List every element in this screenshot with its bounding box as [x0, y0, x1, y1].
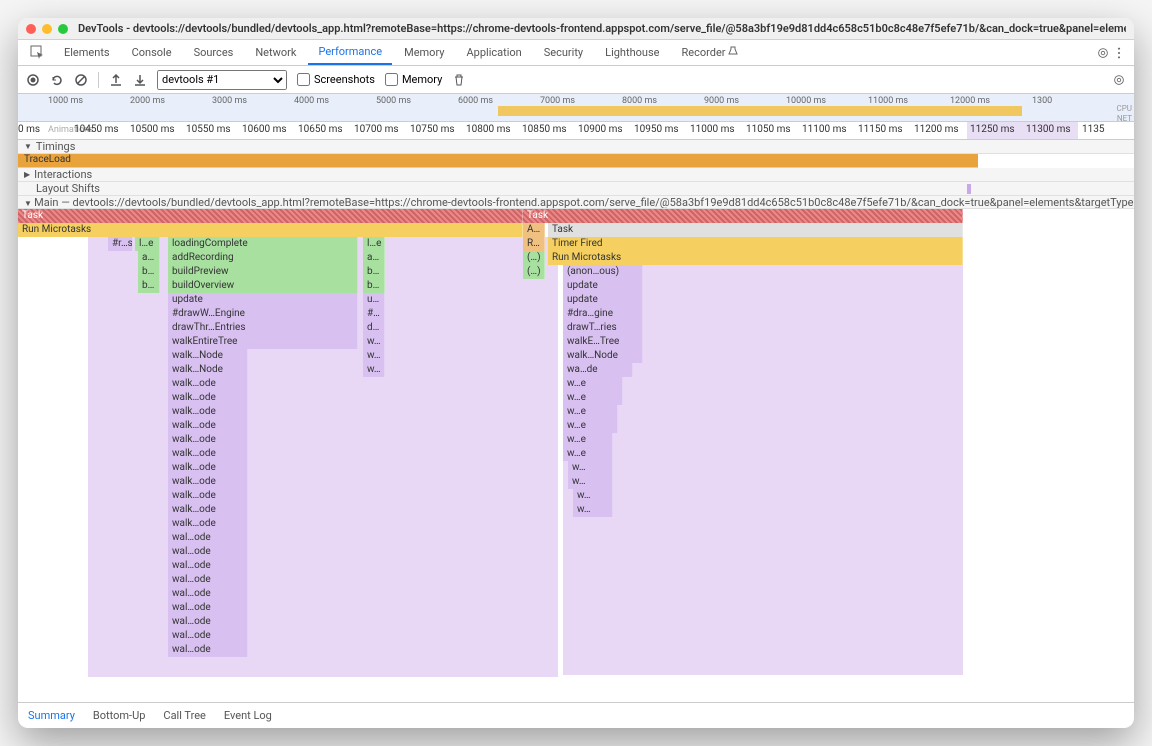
settings-icon[interactable]	[1096, 46, 1110, 60]
inspect-icon[interactable]	[30, 45, 46, 61]
overview-tick: 2000 ms	[130, 96, 165, 106]
layout-shifts-track[interactable]: Layout Shifts	[18, 182, 1134, 196]
footer-event-log[interactable]: Event Log	[224, 709, 272, 722]
overview-tick: 11000 ms	[868, 96, 908, 106]
upload-icon[interactable]	[109, 73, 123, 87]
ruler-tick: 11050 ms	[746, 124, 791, 135]
ruler-tick: 10850 ms	[522, 124, 567, 135]
clear-icon[interactable]	[74, 73, 88, 87]
ruler-tick: 10800 ms	[466, 124, 511, 135]
ruler-tick: 11300 ms	[1026, 124, 1071, 135]
close-window-button[interactable]	[26, 24, 36, 34]
timings-track[interactable]: ▼Timings	[18, 140, 1134, 154]
tab-recorder[interactable]: Recorder	[671, 41, 748, 64]
flame-task[interactable]: Task	[18, 209, 523, 223]
more-icon[interactable]	[1112, 46, 1126, 60]
overview-tick: 10000 ms	[786, 96, 826, 106]
maximize-window-button[interactable]	[58, 24, 68, 34]
minimize-window-button[interactable]	[42, 24, 52, 34]
capture-settings-icon[interactable]	[1112, 73, 1126, 87]
perf-toolbar: devtools #1 Screenshots Memory	[18, 66, 1134, 94]
details-tabs: Summary Bottom-Up Call Tree Event Log	[18, 702, 1134, 728]
ruler-tick: 10950 ms	[634, 124, 679, 135]
reload-icon[interactable]	[50, 73, 64, 87]
ruler-tick: 0 ms	[18, 124, 40, 135]
ruler-tick: 10700 ms	[354, 124, 399, 135]
screenshots-checkbox[interactable]: Screenshots	[297, 73, 375, 86]
tab-performance[interactable]: Performance	[308, 40, 392, 65]
panel-tabs: Elements Console Sources Network Perform…	[18, 40, 1134, 66]
trash-icon[interactable]	[452, 73, 466, 87]
tab-elements[interactable]: Elements	[54, 41, 120, 64]
titlebar: DevTools - devtools://devtools/bundled/d…	[18, 18, 1134, 40]
overview-tick: 1000 ms	[48, 96, 83, 106]
tab-console[interactable]: Console	[122, 41, 182, 64]
tab-lighthouse[interactable]: Lighthouse	[595, 41, 669, 64]
ruler-tick: 10450 ms	[74, 124, 119, 135]
ruler-tick: 11150 ms	[858, 124, 903, 135]
record-icon[interactable]	[26, 73, 40, 87]
ruler-tick: 10650 ms	[298, 124, 343, 135]
overview-tick: 4000 ms	[294, 96, 329, 106]
overview-tick: 7000 ms	[540, 96, 575, 106]
ruler-tick: 10600 ms	[242, 124, 287, 135]
overview-tick: 8000 ms	[622, 96, 657, 106]
footer-summary[interactable]: Summary	[28, 709, 75, 722]
overview-timeline[interactable]: CPU NET 1000 ms2000 ms3000 ms4000 ms5000…	[18, 94, 1134, 122]
overview-tick: 12000 ms	[950, 96, 990, 106]
ruler-tick: 10750 ms	[410, 124, 455, 135]
ruler-tick: 11250 ms	[970, 124, 1015, 135]
overview-tick: 5000 ms	[376, 96, 411, 106]
window-title: DevTools - devtools://devtools/bundled/d…	[78, 22, 1126, 35]
ruler-tick: 11000 ms	[690, 124, 735, 135]
main-thread-header[interactable]: ▼ Main — devtools://devtools/bundled/dev…	[18, 196, 1134, 209]
interactions-track[interactable]: ▶Interactions	[18, 168, 1134, 182]
overview-tick: 3000 ms	[212, 96, 247, 106]
overview-tick: 1300	[1032, 96, 1052, 106]
ruler-tick: 10550 ms	[186, 124, 231, 135]
tab-application[interactable]: Application	[456, 41, 531, 64]
tab-network[interactable]: Network	[245, 41, 306, 64]
ruler-tick: 10900 ms	[578, 124, 623, 135]
ruler-tick: 10500 ms	[130, 124, 175, 135]
traceload-bar[interactable]: TraceLoad	[18, 154, 978, 168]
flame-chart[interactable]: Task Run Microtasks #r…s l…e loadingComp…	[18, 209, 1134, 702]
time-ruler[interactable]: Animations 0 ms10450 ms10500 ms10550 ms1…	[18, 122, 1134, 140]
memory-checkbox[interactable]: Memory	[385, 73, 442, 86]
footer-bottom-up[interactable]: Bottom-Up	[93, 709, 146, 722]
flame-run-microtasks[interactable]: Run Microtasks	[18, 223, 523, 237]
tab-sources[interactable]: Sources	[184, 41, 244, 64]
flask-icon	[728, 46, 738, 56]
footer-call-tree[interactable]: Call Tree	[163, 709, 205, 722]
tab-memory[interactable]: Memory	[394, 41, 454, 64]
overview-tick: 6000 ms	[458, 96, 493, 106]
overview-tick: 9000 ms	[704, 96, 739, 106]
target-select[interactable]: devtools #1	[157, 70, 287, 90]
ruler-tick: 11200 ms	[914, 124, 959, 135]
download-icon[interactable]	[133, 73, 147, 87]
tab-security[interactable]: Security	[534, 41, 593, 64]
ruler-tick: 11100 ms	[802, 124, 847, 135]
ruler-tick: 1135	[1082, 124, 1104, 135]
